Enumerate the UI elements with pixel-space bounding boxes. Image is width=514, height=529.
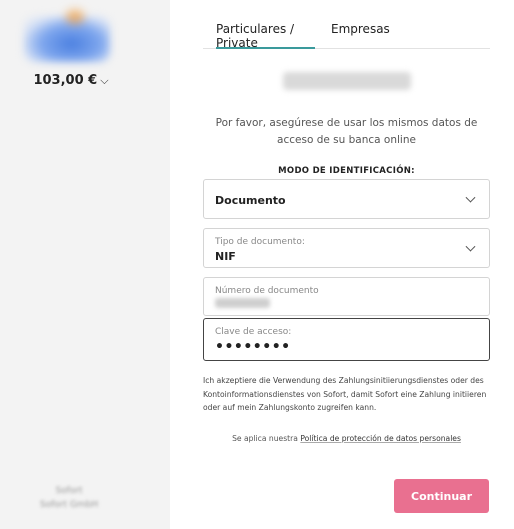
tab-particulares[interactable]: Particulares / Private — [216, 22, 315, 50]
sidebar: 103,00 € ⌵ Sofort Sofort GmbH — [0, 0, 170, 529]
identification-mode-value: Documento — [215, 194, 286, 207]
tab-bar: Particulares / Private Empresas — [203, 0, 490, 50]
password-field[interactable]: Clave de acceso: •••••••• — [203, 318, 490, 361]
chevron-down-icon — [465, 241, 476, 252]
password-value: •••••••• — [215, 339, 291, 355]
bank-name — [283, 72, 411, 90]
identification-mode-select[interactable]: Documento — [203, 179, 490, 219]
chevron-down-icon — [465, 192, 476, 203]
password-label: Clave de acceso: — [215, 327, 292, 337]
amount-value: 103,00 € — [33, 73, 98, 88]
document-type-label: Tipo de documento: — [215, 237, 305, 247]
footer-line-1: Sofort — [55, 486, 83, 496]
chevron-down-icon: ⌵ — [100, 74, 109, 87]
tab-empresas[interactable]: Empresas — [331, 22, 390, 46]
document-number-value-redacted — [215, 298, 270, 308]
identification-mode-title: MODO DE IDENTIFICACIÓN: — [278, 166, 415, 176]
amount-selector[interactable]: 103,00 € ⌵ — [0, 73, 142, 88]
footer-line-2: Sofort GmbH — [39, 500, 99, 510]
privacy-prefix: Se aplica nuestra — [232, 434, 301, 443]
document-type-select[interactable]: Tipo de documento: NIF — [203, 228, 490, 268]
privacy-policy-link[interactable]: Política de protección de datos personal… — [300, 434, 461, 443]
privacy-notice: Se aplica nuestra Política de protección… — [203, 434, 490, 443]
info-text: Por favor, asegúrese de usar los mismos … — [215, 117, 478, 146]
document-number-field[interactable]: Número de documento — [203, 277, 490, 316]
sidebar-footer: Sofort Sofort GmbH — [4, 484, 134, 512]
consent-text: Ich akzeptiere die Verwendung des Zahlun… — [203, 376, 487, 412]
document-type-value: NIF — [215, 250, 236, 263]
merchant-logo — [24, 16, 110, 62]
continue-button[interactable]: Continuar — [394, 479, 489, 513]
document-number-label: Número de documento — [215, 286, 319, 296]
